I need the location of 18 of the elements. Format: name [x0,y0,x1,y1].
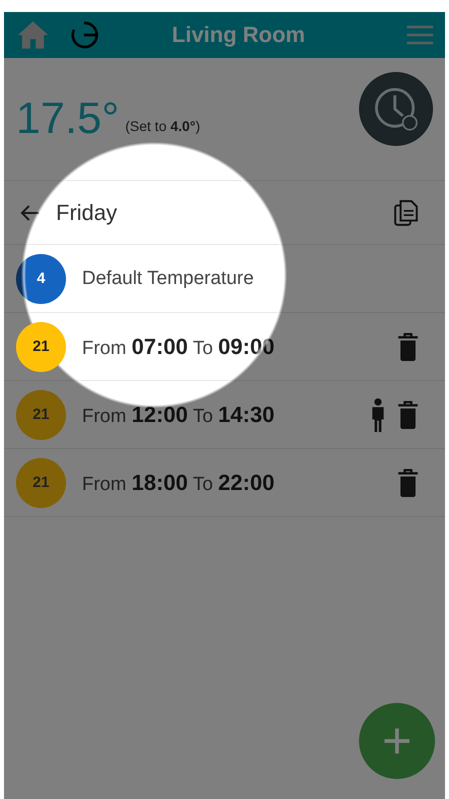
copy-icon[interactable] [393,198,419,226]
current-temperature: 17.5° [16,94,120,144]
delete-icon[interactable] [397,468,419,496]
setpoint-label: (Set to 4.0°) [125,118,202,134]
temperature-badge: 21 [16,390,66,440]
default-temperature-label: Default Temperature [82,268,255,290]
app-title: Living Room [170,22,306,48]
temperature-badge: 21 [16,458,66,508]
temperature-badge: 4 [16,254,66,304]
time-range: From 12:00 To 14:30 [82,402,276,428]
temperature-badge: 21 [16,322,66,372]
person-icon[interactable] [371,398,385,432]
delete-icon[interactable] [397,400,419,428]
clock-icon [373,86,419,132]
time-range: From 18:00 To 22:00 [82,470,276,496]
plus-icon [382,726,412,756]
day-title: Friday [56,200,118,226]
delete-icon[interactable] [397,332,419,360]
